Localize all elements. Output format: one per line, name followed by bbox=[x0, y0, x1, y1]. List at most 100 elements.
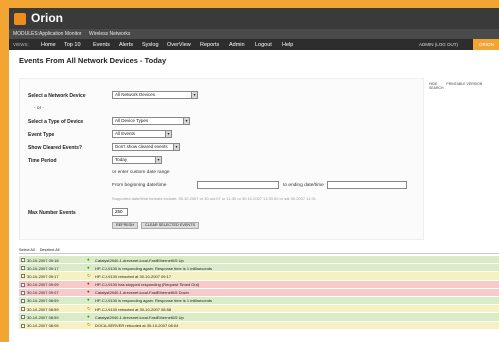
event-time: 30-10-2007 09:09 bbox=[27, 282, 59, 288]
nav-overview[interactable]: OverView bbox=[167, 42, 191, 48]
to-date-input[interactable] bbox=[327, 181, 407, 189]
event-checkbox[interactable] bbox=[21, 323, 25, 328]
event-time: 30-10-2007 08:59 bbox=[27, 298, 59, 304]
max-events-input[interactable]: 250 bbox=[112, 208, 128, 216]
from-date-input[interactable] bbox=[197, 181, 279, 189]
event-checkbox[interactable] bbox=[21, 298, 25, 303]
red-circle-icon: ● bbox=[87, 289, 90, 295]
event-checkbox[interactable] bbox=[21, 282, 25, 287]
page-title: Events From All Network Devices - Today bbox=[19, 56, 167, 65]
max-events-label: Max Number Events bbox=[28, 210, 76, 216]
modules-label: MODULES: bbox=[13, 31, 40, 37]
event-checkbox[interactable] bbox=[21, 258, 25, 262]
or-separator: - or - bbox=[34, 106, 45, 111]
event-checkbox[interactable] bbox=[21, 307, 25, 312]
event-message: Catalyst2940-1.drevsnet.local-FastEthern… bbox=[95, 290, 189, 296]
module-application-monitor[interactable]: Application Monitor bbox=[39, 31, 82, 37]
event-filter-form: Select a Network Device All Network Devi… bbox=[19, 78, 424, 240]
nav-admin[interactable]: Admin bbox=[229, 42, 245, 48]
event-message: DOCA-SERVER rebooted at 30-10-2007 08:04 bbox=[95, 323, 179, 328]
event-message: HP-CJ-9130 rebooted at 30-10-2007 08:58 bbox=[95, 306, 172, 312]
orion-tab-label: ORION bbox=[479, 42, 494, 47]
red-circle-icon: ● bbox=[87, 281, 90, 287]
orion-window: Orion MODULES: Application Monitor Wirel… bbox=[9, 8, 499, 342]
event-time: 30-10-2007 08:59 bbox=[27, 306, 59, 312]
reboot-arrow-icon: ↻ bbox=[87, 322, 91, 327]
main-nav: VIEWS: Home Top 10 Events Alerts Syslog … bbox=[9, 39, 499, 50]
event-row[interactable]: 30-10-2007 09:17 ↻ HP-CJ-9130 rebooted at … bbox=[19, 272, 499, 281]
event-row[interactable]: 30-10-2007 09:07 ● Catalyst2940-1.drevsnet… bbox=[19, 288, 499, 297]
select-all-link[interactable]: Select All bbox=[19, 248, 35, 252]
events-table: 30-10-2007 09:18 ● Catalyst2940-1.drevsnet… bbox=[19, 256, 499, 330]
nav-home[interactable]: Home bbox=[41, 42, 56, 48]
nav-alerts[interactable]: Alerts bbox=[119, 42, 133, 48]
nav-top10[interactable]: Top 10 bbox=[64, 42, 81, 48]
event-row[interactable]: 30-10-2007 09:09 ● HP-CJ-9130 has stopped … bbox=[19, 280, 499, 289]
event-time: 30-10-2007 08:59 bbox=[27, 314, 59, 320]
device-type-select[interactable]: All Device Types ▾ bbox=[112, 117, 190, 125]
nav-reports[interactable]: Reports bbox=[200, 42, 219, 48]
event-time: 30-10-2007 09:07 bbox=[27, 290, 59, 296]
account-logout-link[interactable]: ADMIN (LOG OUT) bbox=[419, 42, 458, 47]
refresh-button[interactable]: REFRESH bbox=[112, 222, 139, 229]
date-format-hint: Supported date/time formats include: 30.… bbox=[112, 196, 316, 201]
time-period-value: Today bbox=[115, 157, 128, 162]
event-time: 30-10-2007 09:18 bbox=[27, 257, 59, 263]
event-checkbox[interactable] bbox=[21, 266, 25, 271]
chevron-down-icon: ▾ bbox=[173, 144, 179, 150]
event-message: Catalyst2940-1.drevsnet.local-FastEthern… bbox=[95, 257, 184, 263]
deselect-all-link[interactable]: Deselect All bbox=[40, 248, 60, 252]
reboot-arrow-icon: ↻ bbox=[87, 305, 91, 311]
event-row[interactable]: 30-10-2007 08:59 ↻ HP-CJ-9130 rebooted at … bbox=[19, 305, 499, 314]
device-type-label: Select a Type of Device bbox=[28, 119, 84, 125]
modules-bar: MODULES: Application Monitor Wireless Ne… bbox=[9, 29, 499, 39]
nav-help[interactable]: Help bbox=[282, 42, 293, 48]
event-time: 30-10-2007 09:17 bbox=[27, 273, 59, 279]
time-period-label: Time Period bbox=[28, 158, 57, 164]
network-device-select[interactable]: All Network Devices ▾ bbox=[112, 91, 198, 99]
event-message: Catalyst2940-1.drevsnet.local-FastEthern… bbox=[95, 314, 184, 320]
nav-syslog[interactable]: Syslog bbox=[142, 42, 159, 48]
event-checkbox[interactable] bbox=[21, 290, 25, 295]
app-title: Orion bbox=[31, 11, 63, 25]
network-device-value: All Network Devices bbox=[115, 92, 156, 97]
cleared-events-select[interactable]: Don't show cleared events ▾ bbox=[112, 143, 180, 151]
views-label: VIEWS: bbox=[13, 42, 29, 47]
event-message: HP-CJ-9130 rebooted at 30-10-2007 09:17 bbox=[95, 273, 172, 279]
event-row[interactable]: 30-10-2007 08:59 ● Catalyst2940-1.drevsnet… bbox=[19, 313, 499, 322]
event-type-select[interactable]: All Events ▾ bbox=[112, 130, 172, 138]
event-checkbox[interactable] bbox=[21, 315, 25, 320]
custom-range-text: or enter custom date range bbox=[112, 170, 170, 175]
printable-version-link[interactable]: PRINTABLE VERSION bbox=[446, 82, 482, 86]
event-type-label: Event Type bbox=[28, 132, 55, 138]
event-checkbox[interactable] bbox=[21, 274, 25, 279]
event-row[interactable]: 30-10-2007 08:05 ↻ DOCA-SERVER rebooted at… bbox=[19, 321, 499, 330]
green-circle-icon: ● bbox=[87, 256, 90, 262]
nav-events[interactable]: Events bbox=[93, 42, 110, 48]
time-period-select[interactable]: Today ▾ bbox=[112, 156, 162, 164]
clear-selected-events-button[interactable]: CLEAR SELECTED EVENTS bbox=[141, 222, 200, 229]
cleared-events-label: Show Cleared Events? bbox=[28, 145, 82, 151]
event-time: 30-10-2007 09:17 bbox=[27, 265, 59, 271]
event-row[interactable]: 30-10-2007 09:17 ● HP-CJ-9130 is respondin… bbox=[19, 264, 499, 273]
divider bbox=[19, 253, 499, 254]
orion-tab[interactable]: ORION bbox=[473, 39, 499, 50]
selection-links: Select All Deselect All bbox=[19, 248, 60, 252]
from-date-label: From beginning date/time bbox=[112, 183, 167, 188]
to-date-label: to ending date/time bbox=[283, 183, 324, 188]
app-header: Orion bbox=[9, 8, 499, 29]
chevron-down-icon: ▾ bbox=[183, 118, 189, 124]
nav-logout[interactable]: Logout bbox=[255, 42, 272, 48]
chevron-down-icon: ▾ bbox=[165, 131, 171, 137]
chevron-down-icon: ▾ bbox=[191, 92, 197, 98]
chevron-down-icon: ▾ bbox=[155, 157, 161, 163]
orion-logo-icon bbox=[14, 13, 26, 25]
green-circle-icon: ● bbox=[87, 313, 90, 319]
event-row[interactable]: 30-10-2007 08:59 ● HP-CJ-9130 is respondin… bbox=[19, 296, 499, 306]
page-links: HIDE PRINTABLE VERSION SEARCH bbox=[429, 82, 499, 90]
event-row[interactable]: 30-10-2007 09:18 ● Catalyst2940-1.drevsnet… bbox=[19, 256, 499, 265]
green-circle-icon: ● bbox=[87, 264, 90, 270]
search-link[interactable]: SEARCH bbox=[429, 86, 444, 90]
cleared-events-value: Don't show cleared events bbox=[115, 144, 168, 149]
module-wireless-networks[interactable]: Wireless Networks bbox=[89, 31, 130, 37]
